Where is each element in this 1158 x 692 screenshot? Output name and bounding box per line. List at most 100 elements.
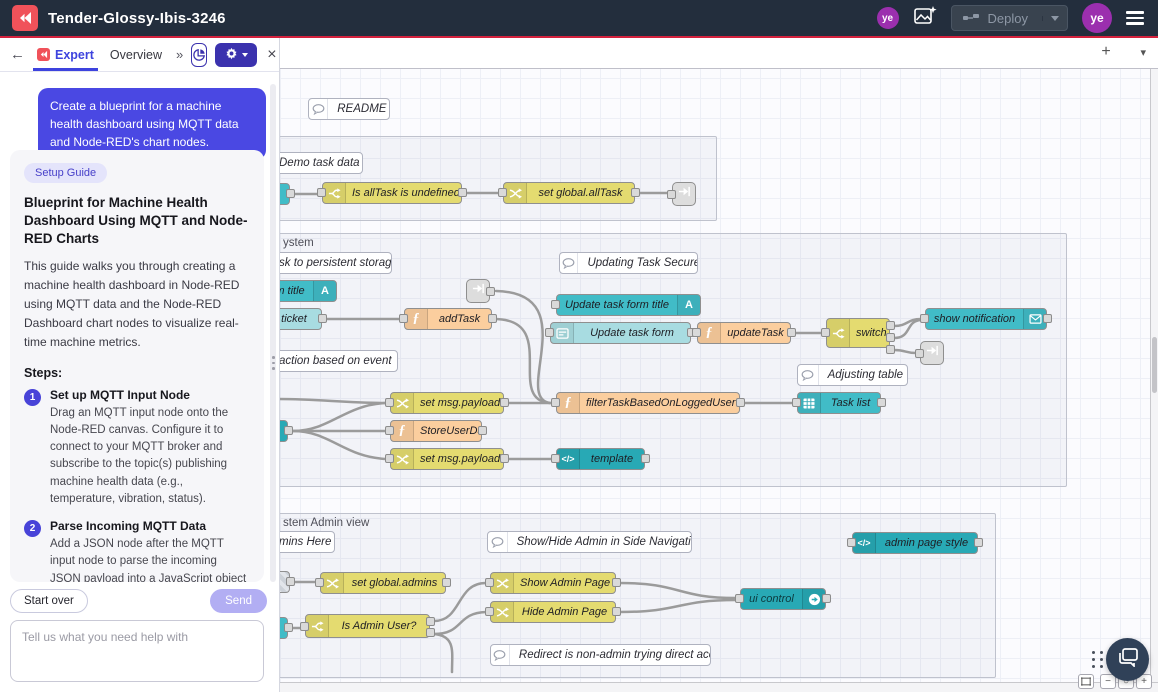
port (385, 454, 394, 463)
settings-dropdown-button[interactable] (215, 43, 257, 67)
port (551, 398, 560, 407)
link-in-node[interactable] (466, 279, 490, 303)
function-node[interactable]: ƒ filterTaskBasedOnLoggedUser (556, 392, 740, 414)
help-input[interactable] (10, 620, 264, 682)
port (284, 426, 293, 435)
step-title: Parse Incoming MQTT Data (50, 519, 250, 533)
back-arrow-icon[interactable]: ← (10, 46, 25, 63)
ui-table-node[interactable]: Task list (797, 392, 881, 414)
function-node[interactable]: ƒ updateTask (697, 322, 791, 344)
change-icon (391, 449, 414, 469)
ui-form-node[interactable]: Update task form (550, 322, 691, 344)
chat-fab-button[interactable] (1106, 638, 1149, 681)
deploy-label: Deploy (988, 11, 1028, 26)
setup-guide-card: Setup Guide Blueprint for Machine Health… (10, 150, 264, 582)
deploy-options-button[interactable] (1042, 16, 1067, 21)
deploy-button[interactable]: Deploy (951, 5, 1068, 31)
switch-node[interactable]: Is allTask is undefined (322, 182, 462, 204)
tab-expert[interactable]: Expert (33, 40, 98, 70)
change-node[interactable]: set msg.payload (390, 392, 504, 414)
comment-node[interactable]: Updating Task Securely (559, 252, 698, 274)
port (915, 349, 924, 358)
expand-tabs-icon[interactable]: » (176, 47, 183, 62)
comment-node[interactable]: Redirect is non-admin trying direct acce… (490, 644, 711, 666)
switch-node[interactable]: switch (826, 318, 890, 348)
group-label: stem Admin view (283, 517, 369, 529)
sidebar-resize-handle[interactable] (272, 356, 275, 370)
change-icon (321, 573, 344, 593)
port (974, 538, 983, 547)
function-node[interactable]: ƒ addTask (404, 308, 492, 330)
flow-tabstrip: + ▾ (280, 38, 1158, 69)
flow-list-dropdown[interactable]: ▾ (1140, 46, 1146, 59)
change-icon (504, 183, 527, 203)
group-demo-task-data[interactable] (240, 136, 717, 221)
port (385, 398, 394, 407)
close-icon[interactable]: × (267, 46, 276, 64)
link-out-node[interactable] (920, 341, 944, 365)
ui-toast-node[interactable]: show notification (925, 308, 1047, 330)
template-node[interactable]: </> template (556, 448, 645, 470)
function-node[interactable]: ƒ StoreUserData (390, 420, 482, 442)
ui-text-node[interactable]: Update task form title A (556, 294, 701, 316)
port (500, 398, 509, 407)
port (286, 189, 295, 198)
assistant-avatar[interactable]: ye (877, 7, 899, 29)
comment-node[interactable]: Adjusting table (797, 364, 908, 386)
send-button[interactable]: Send (210, 589, 267, 613)
port (399, 314, 408, 323)
vertical-scrollbar[interactable] (1150, 69, 1158, 682)
horizontal-scrollbar[interactable] (280, 682, 1158, 692)
hamburger-menu-icon[interactable] (1126, 11, 1144, 25)
port (545, 328, 554, 337)
port (318, 314, 327, 323)
switch-icon (827, 319, 850, 347)
change-node[interactable]: set msg.payload (390, 448, 504, 470)
port (920, 314, 929, 323)
comment-node[interactable]: README (308, 98, 390, 120)
change-node[interactable]: set global.allTask (503, 182, 635, 204)
start-over-button[interactable]: Start over (10, 589, 88, 613)
guide-intro: This guide walks you through creating a … (24, 257, 250, 353)
image-sparkle-icon[interactable] (913, 5, 937, 32)
port (284, 623, 293, 632)
change-icon (491, 602, 514, 622)
scrollbar-thumb[interactable] (1152, 337, 1157, 393)
zoom-fit-button[interactable] (1078, 674, 1094, 689)
port (317, 188, 326, 197)
port (500, 454, 509, 463)
steps-label: Steps: (24, 366, 250, 380)
drag-handle[interactable] (1092, 651, 1104, 668)
port (886, 321, 895, 330)
port (667, 190, 676, 199)
port (612, 607, 621, 616)
tab-overview[interactable]: Overview (106, 40, 166, 70)
comment-bubble-icon (798, 365, 819, 385)
user-avatar[interactable]: ye (1082, 3, 1112, 33)
node-red-editor: ystem stem Admin view (0, 0, 1158, 692)
change-node[interactable]: Show Admin Page (490, 572, 616, 594)
port (735, 594, 744, 603)
template-node[interactable]: </> admin page style (852, 532, 978, 554)
link-out-node[interactable] (672, 182, 696, 206)
switch-node[interactable]: Is Admin User? (305, 614, 430, 638)
ui-control-node[interactable]: ui control (740, 588, 826, 610)
port (822, 594, 831, 603)
chart-panel-button[interactable] (191, 43, 207, 67)
port (551, 300, 560, 309)
port (478, 426, 487, 435)
flowfuse-logo[interactable] (12, 5, 38, 31)
sidebar-scrollbar[interactable] (270, 84, 276, 582)
form-icon (551, 323, 574, 343)
change-node[interactable]: set global.admins (320, 572, 446, 594)
port (787, 328, 796, 337)
port (442, 578, 451, 587)
add-flow-button[interactable]: + (1096, 43, 1116, 61)
comment-bubble-icon (309, 99, 328, 119)
function-icon: ƒ (391, 421, 414, 441)
change-node[interactable]: Hide Admin Page (490, 601, 616, 623)
port (426, 628, 435, 637)
port (821, 328, 830, 337)
comment-node[interactable]: Show/Hide Admin in Side Navigation (487, 531, 692, 553)
code-icon: </> (853, 533, 876, 553)
